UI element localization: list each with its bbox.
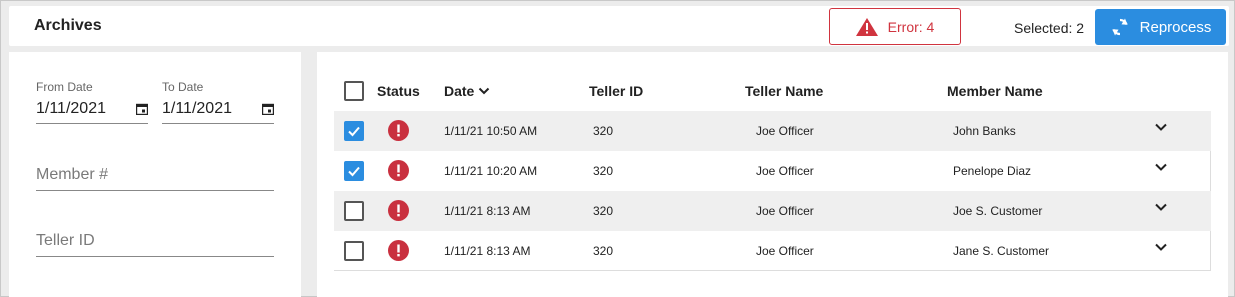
reprocess-label: Reprocess — [1139, 18, 1212, 36]
cell-teller-id: 320 — [593, 124, 614, 138]
select-all-checkbox[interactable] — [344, 81, 364, 101]
expand-row-chevron-icon[interactable] — [1154, 160, 1168, 174]
cell-date: 1/11/21 10:50 AM — [444, 124, 538, 138]
refresh-icon — [1112, 18, 1128, 36]
from-date-field[interactable]: From Date 1/11/2021 — [36, 80, 148, 124]
chevron-down-icon[interactable] — [478, 85, 490, 97]
selected-count: Selected: 2 — [1014, 20, 1085, 36]
app-frame: Archives Error: 4 Selected: 2 Reprocess … — [0, 0, 1235, 297]
check-icon — [348, 166, 360, 177]
error-circle-icon — [388, 160, 409, 181]
column-header-teller-id: Teller ID — [589, 83, 644, 99]
cell-teller-name: Joe Officer — [756, 124, 814, 138]
teller-id-input[interactable]: Teller ID — [36, 232, 274, 257]
table-body: 1/11/21 10:50 AM 320 Joe Officer John Banks… — [334, 111, 1211, 271]
to-date-label: To Date — [162, 80, 204, 94]
from-date-value[interactable]: 1/11/2021 — [36, 100, 106, 118]
table-row[interactable]: 1/11/21 10:50 AM 320 Joe Officer John Banks — [334, 111, 1211, 151]
column-header-teller-name: Teller Name — [745, 83, 824, 99]
error-circle-icon — [388, 200, 409, 221]
page-title: Archives — [34, 17, 102, 34]
cell-teller-id: 320 — [593, 204, 614, 218]
cell-teller-name: Joe Officer — [756, 244, 814, 258]
error-circle-icon — [388, 120, 409, 141]
column-header-date-label: Date — [444, 83, 475, 99]
warning-triangle-icon — [855, 17, 878, 36]
archives-table: Status Date Teller ID Teller Name Member… — [317, 52, 1228, 297]
error-count-button[interactable]: Error: 4 — [829, 8, 961, 45]
column-header-member-name: Member Name — [947, 83, 1043, 99]
table-row[interactable]: 1/11/21 8:13 AM 320 Joe Officer Joe S. Cust… — [334, 191, 1211, 231]
row-checkbox[interactable] — [344, 241, 364, 261]
header-bar: Archives Error: 4 Selected: 2 Reprocess — [9, 6, 1229, 46]
error-circle-icon — [388, 240, 409, 261]
cell-member-name: Joe S. Customer — [953, 204, 1043, 218]
cell-date: 1/11/21 8:13 AM — [444, 244, 531, 258]
to-date-value[interactable]: 1/11/2021 — [162, 100, 232, 118]
cell-teller-name: Joe Officer — [756, 204, 814, 218]
row-checkbox[interactable] — [344, 121, 364, 141]
cell-member-name: Jane S. Customer — [953, 244, 1050, 258]
reprocess-button[interactable]: Reprocess — [1095, 9, 1226, 45]
expand-row-chevron-icon[interactable] — [1154, 240, 1168, 254]
expand-row-chevron-icon[interactable] — [1154, 120, 1168, 134]
row-checkbox[interactable] — [344, 201, 364, 221]
error-count-label: Error: 4 — [887, 18, 935, 35]
column-header-status: Status — [377, 83, 420, 99]
table-row[interactable]: 1/11/21 8:13 AM 320 Joe Officer Jane S. Cus… — [334, 231, 1211, 271]
row-checkbox[interactable] — [344, 161, 364, 181]
check-icon — [348, 126, 360, 137]
column-header-date[interactable]: Date — [444, 83, 490, 99]
calendar-icon[interactable] — [262, 103, 274, 115]
cell-teller-id: 320 — [593, 164, 614, 178]
expand-row-chevron-icon[interactable] — [1154, 200, 1168, 214]
cell-teller-id: 320 — [593, 244, 614, 258]
to-date-field[interactable]: To Date 1/11/2021 — [162, 80, 274, 124]
cell-member-name: John Banks — [953, 124, 1016, 138]
table-row[interactable]: 1/11/21 10:20 AM 320 Joe Officer Penelope D… — [334, 151, 1211, 191]
cell-teller-name: Joe Officer — [756, 164, 814, 178]
filter-panel: From Date 1/11/2021 To Date 1/11/2021 Me… — [9, 52, 301, 297]
cell-date: 1/11/21 8:13 AM — [444, 204, 531, 218]
cell-member-name: Penelope Diaz — [953, 164, 1032, 178]
from-date-label: From Date — [36, 80, 93, 94]
member-number-input[interactable]: Member # — [36, 166, 274, 191]
calendar-icon[interactable] — [136, 103, 148, 115]
cell-date: 1/11/21 10:20 AM — [444, 164, 538, 178]
